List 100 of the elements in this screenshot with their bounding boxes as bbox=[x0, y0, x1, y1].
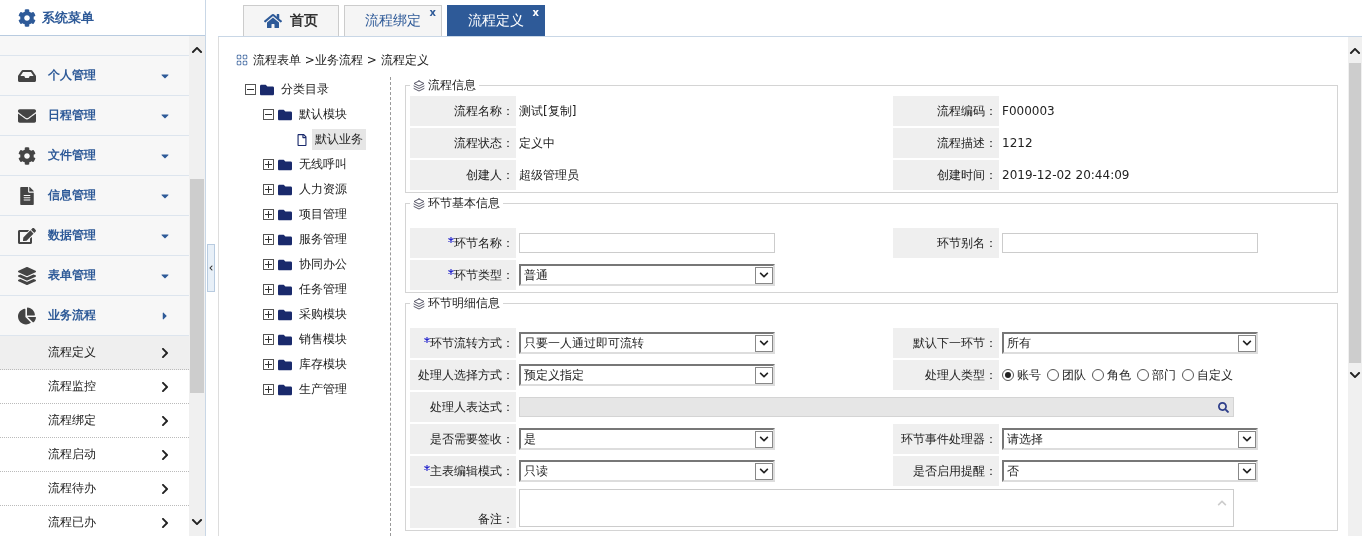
plus-icon bbox=[265, 361, 272, 368]
scroll-up-icon[interactable] bbox=[1349, 45, 1361, 57]
radio-label: 团队 bbox=[1062, 366, 1086, 384]
select-field[interactable]: 是 bbox=[519, 428, 775, 450]
pie-chart-icon bbox=[18, 306, 36, 325]
expand-toggle[interactable] bbox=[263, 359, 274, 370]
tree-item[interactable]: 无线呼叫 bbox=[296, 154, 350, 175]
field-label: 创建人： bbox=[410, 160, 516, 190]
field-label: 处理人选择方式： bbox=[410, 360, 516, 390]
field-label: 是否需要签收： bbox=[410, 424, 516, 454]
field-label: 流程状态： bbox=[410, 128, 516, 158]
field-label: 环节别名： bbox=[893, 228, 999, 258]
folder-icon bbox=[278, 207, 292, 222]
required-marker-icon bbox=[448, 237, 454, 243]
expand-toggle[interactable] bbox=[263, 334, 274, 345]
tree-item[interactable]: 协同办公 bbox=[296, 254, 350, 275]
chevron-down-icon bbox=[759, 466, 769, 476]
field-label: 环节事件处理器： bbox=[893, 424, 999, 454]
tree-item[interactable]: 任务管理 bbox=[296, 279, 350, 300]
folder-icon bbox=[278, 282, 292, 297]
scrollbar[interactable] bbox=[189, 36, 205, 536]
menu-item[interactable]: 流程已办 bbox=[0, 506, 189, 536]
section-title: 流程信息 bbox=[428, 77, 476, 94]
tree-item[interactable]: 人力资源 bbox=[296, 179, 350, 200]
field-label: 环节流转方式： bbox=[410, 328, 516, 358]
select-field[interactable]: 普通 bbox=[519, 264, 775, 286]
select-field[interactable]: 请选择 bbox=[1002, 428, 1258, 450]
select-field[interactable]: 只读 bbox=[519, 460, 775, 482]
tree-item[interactable]: 默认模块 bbox=[296, 104, 350, 125]
field-label: 备注： bbox=[410, 488, 516, 528]
gear-icon bbox=[18, 146, 36, 165]
collapse-toggle[interactable] bbox=[245, 84, 256, 95]
menu-item[interactable]: 流程绑定 bbox=[0, 404, 189, 438]
menu-item[interactable]: 流程待办 bbox=[0, 472, 189, 506]
radio-label: 部门 bbox=[1152, 366, 1176, 384]
tree-item[interactable]: 采购模块 bbox=[296, 304, 350, 325]
file-icon bbox=[296, 133, 308, 146]
field-value: 2019-12-02 20:44:09 bbox=[1002, 168, 1130, 182]
plus-icon bbox=[265, 286, 272, 293]
select-field[interactable]: 否 bbox=[1002, 460, 1258, 482]
scrollbar[interactable] bbox=[1348, 37, 1362, 536]
tab[interactable]: 首页 bbox=[243, 5, 339, 36]
scroll-up-icon[interactable] bbox=[191, 44, 203, 56]
folder-icon bbox=[278, 107, 292, 122]
folder-icon bbox=[278, 157, 292, 172]
expand-toggle[interactable] bbox=[263, 234, 274, 245]
expand-toggle[interactable] bbox=[263, 284, 274, 295]
tree-item[interactable]: 生产管理 bbox=[296, 379, 350, 400]
tree-item[interactable]: 库存模块 bbox=[296, 354, 350, 375]
field-label: 处理人表达式： bbox=[410, 392, 516, 422]
collapse-toggle[interactable] bbox=[263, 109, 274, 120]
chevron-right-icon bbox=[159, 448, 171, 461]
folder-icon bbox=[260, 82, 274, 97]
plus-icon bbox=[265, 386, 272, 393]
plus-icon bbox=[265, 336, 272, 343]
collapse-handle[interactable] bbox=[207, 244, 215, 292]
select-field[interactable]: 预定义指定 bbox=[519, 364, 775, 386]
input-field[interactable] bbox=[519, 233, 775, 253]
field-value: 测试[复制] bbox=[519, 102, 577, 120]
tree-item[interactable]: 服务管理 bbox=[296, 229, 350, 250]
radio-label: 自定义 bbox=[1197, 366, 1233, 384]
tree-item[interactable]: 分类目录 bbox=[278, 79, 332, 100]
tree-item[interactable]: 默认业务 bbox=[312, 129, 366, 150]
select-field[interactable]: 所有 bbox=[1002, 332, 1258, 354]
expand-toggle[interactable] bbox=[263, 259, 274, 270]
tree-item[interactable]: 销售模块 bbox=[296, 329, 350, 350]
layers-icon bbox=[413, 79, 425, 92]
folder-icon bbox=[278, 257, 292, 272]
field-value: 1212 bbox=[1002, 136, 1033, 150]
chevron-down-icon bbox=[759, 270, 769, 280]
document-icon bbox=[18, 186, 36, 205]
expand-toggle[interactable] bbox=[263, 184, 274, 195]
field-value: 超级管理员 bbox=[519, 166, 579, 184]
expand-toggle[interactable] bbox=[263, 159, 274, 170]
chevron-down-icon bbox=[1242, 434, 1252, 444]
breadcrumb: 流程表单 >业务流程 > 流程定义 bbox=[253, 51, 429, 69]
close-tab-button[interactable]: x bbox=[429, 7, 436, 18]
select-field[interactable]: 只要一人通过即可流转 bbox=[519, 332, 775, 354]
folder-icon bbox=[278, 382, 292, 397]
layers-icon bbox=[413, 297, 425, 310]
tab[interactable]: 流程定义 x bbox=[447, 5, 545, 36]
expand-toggle[interactable] bbox=[263, 309, 274, 320]
menu-item[interactable]: 流程定义 bbox=[0, 336, 189, 370]
expand-toggle[interactable] bbox=[263, 384, 274, 395]
layers-icon bbox=[18, 266, 36, 285]
tab[interactable]: 流程绑定 x bbox=[344, 5, 442, 36]
chevron-down-icon bbox=[759, 370, 769, 380]
folder-icon bbox=[278, 357, 292, 372]
plus-icon bbox=[265, 211, 272, 218]
scroll-down-icon[interactable] bbox=[1349, 369, 1361, 381]
plus-icon bbox=[265, 186, 272, 193]
folder-icon bbox=[278, 182, 292, 197]
input-field[interactable] bbox=[1002, 233, 1258, 253]
menu-item[interactable]: 流程启动 bbox=[0, 438, 189, 472]
close-tab-button[interactable]: x bbox=[532, 7, 539, 18]
expand-toggle[interactable] bbox=[263, 209, 274, 220]
plus-icon bbox=[265, 261, 272, 268]
scroll-down-icon[interactable] bbox=[191, 516, 203, 528]
tree-item[interactable]: 项目管理 bbox=[296, 204, 350, 225]
menu-item[interactable]: 流程监控 bbox=[0, 370, 189, 404]
